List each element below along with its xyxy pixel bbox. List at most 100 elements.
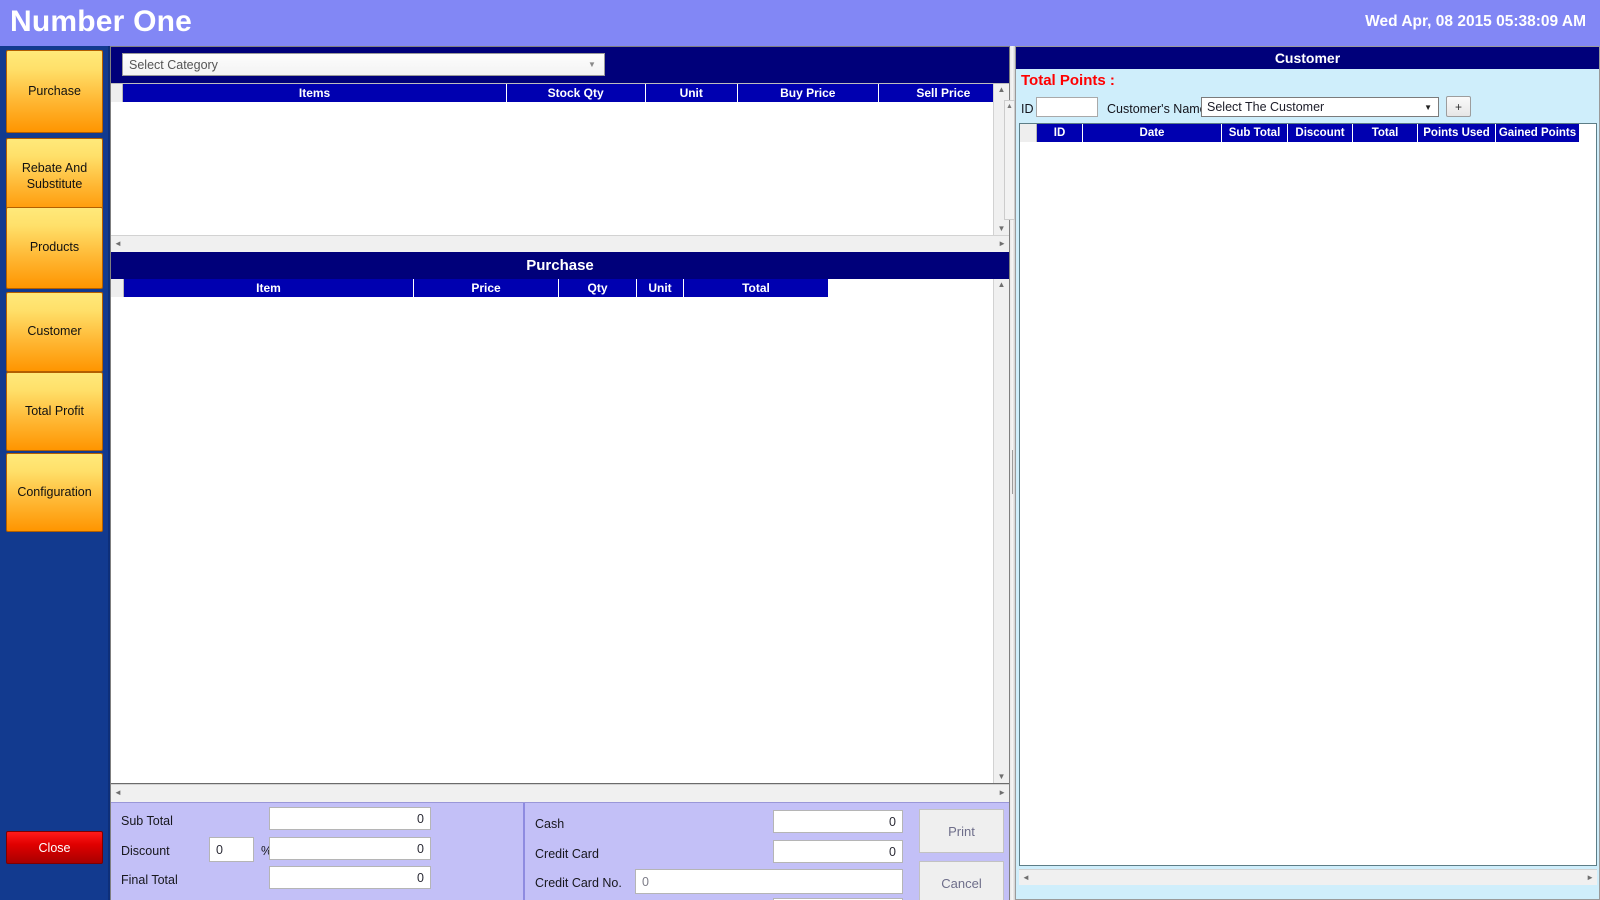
purchase-grid-header: Item Price Qty Unit Total xyxy=(111,279,1009,297)
customer-grid-col-discount[interactable]: Discount xyxy=(1288,124,1353,142)
cancel-button-label: Cancel xyxy=(941,875,982,891)
category-band: Select Category ▼ xyxy=(111,47,1009,83)
main-panel: Select Category ▼ Items Stock Qty Unit B… xyxy=(110,46,1010,900)
credit-card-value[interactable]: 0 xyxy=(773,840,903,863)
customer-grid-col-date[interactable]: Date xyxy=(1083,124,1222,142)
scroll-right-icon[interactable]: ► xyxy=(1586,873,1594,882)
discount-percent-input[interactable]: 0 xyxy=(209,837,254,862)
customer-id-label: ID xyxy=(1021,102,1034,116)
scroll-left-icon[interactable]: ◄ xyxy=(1022,873,1030,882)
row-selector-column xyxy=(1020,124,1037,142)
row-selector-column xyxy=(111,279,124,297)
credit-card-label: Credit Card xyxy=(535,847,599,861)
totals-section: Sub Total 0 Discount 0 % 0 Final Total 0 xyxy=(111,803,523,900)
purchase-grid-col-price[interactable]: Price xyxy=(414,279,559,297)
customer-id-input[interactable] xyxy=(1036,97,1098,117)
customer-grid-horizontal-scrollbar[interactable]: ◄ ► xyxy=(1019,869,1597,885)
sidebar-item-rebate-and-substitute[interactable]: Rebate And Substitute xyxy=(6,138,103,216)
scroll-up-icon[interactable]: ▲ xyxy=(1006,103,1013,110)
scroll-down-icon[interactable]: ▼ xyxy=(998,223,1006,235)
cancel-button[interactable]: Cancel xyxy=(919,861,1004,900)
items-grid: Items Stock Qty Unit Buy Price Sell Pric… xyxy=(111,83,1009,235)
row-selector-column xyxy=(111,84,124,102)
chevron-down-icon: ▼ xyxy=(588,60,596,69)
scroll-right-icon[interactable]: ► xyxy=(998,239,1006,248)
customer-name-select[interactable]: Select The Customer ▼ xyxy=(1201,97,1439,117)
sidebar-item-label: Total Profit xyxy=(24,403,85,418)
items-grid-col-stock-qty[interactable]: Stock Qty xyxy=(506,84,646,102)
purchase-grid: Item Price Qty Unit Total ▲ ▼ xyxy=(111,279,1009,784)
purchase-grid-col-total[interactable]: Total xyxy=(684,279,829,297)
purchase-grid-horizontal-scrollbar[interactable]: ◄ ► xyxy=(111,784,1009,800)
purchase-grid-body xyxy=(111,297,1009,783)
cash-label: Cash xyxy=(535,817,565,831)
sidebar-item-customer[interactable]: Customer xyxy=(6,292,103,372)
cash-value[interactable]: 0 xyxy=(773,810,903,833)
purchase-grid-vertical-scrollbar[interactable]: ▲ ▼ xyxy=(993,279,1009,783)
credit-card-no-input[interactable]: 0 xyxy=(635,869,903,894)
purchase-grid-col-unit[interactable]: Unit xyxy=(637,279,684,297)
customer-panel-title: Customer xyxy=(1016,47,1599,69)
discount-value[interactable]: 0 xyxy=(269,837,431,860)
sidebar-item-label: Configuration xyxy=(17,484,92,499)
customer-grid-col-id[interactable]: ID xyxy=(1037,124,1083,142)
purchase-section-title: Purchase xyxy=(111,252,1009,279)
sub-total-value[interactable]: 0 xyxy=(269,807,431,830)
scroll-left-icon[interactable]: ◄ xyxy=(114,788,122,797)
add-customer-button[interactable]: + xyxy=(1446,96,1471,117)
customer-grid-col-sub-total[interactable]: Sub Total xyxy=(1222,124,1288,142)
title-bar: Number One Wed Apr, 08 2015 05:38:09 AM xyxy=(0,0,1600,46)
customer-grid-col-gained-points[interactable]: Gained Points xyxy=(1496,124,1580,142)
customer-panel: Customer Total Points : ID Customer's Na… xyxy=(1015,46,1600,900)
customer-grid-col-points-used[interactable]: Points Used xyxy=(1418,124,1496,142)
print-button-label: Print xyxy=(948,823,975,839)
items-grid-col-items[interactable]: Items xyxy=(123,84,507,102)
items-grid-header: Items Stock Qty Unit Buy Price Sell Pric… xyxy=(111,84,1009,102)
chevron-down-icon: ▼ xyxy=(1424,102,1432,112)
payment-section: Cash 0 Credit Card 0 Credit Card No. 0 P… xyxy=(523,803,911,900)
page-title: Number One xyxy=(10,4,193,38)
scroll-down-icon[interactable]: ▼ xyxy=(998,771,1006,783)
sidebar-item-label: Products xyxy=(29,240,80,255)
total-points-label: Total Points : xyxy=(1021,72,1115,89)
items-grid-body xyxy=(111,102,1009,235)
sidebar-item-configuration[interactable]: Configuration xyxy=(6,453,103,532)
sidebar-item-label: Purchase xyxy=(28,83,81,98)
scroll-right-icon[interactable]: ► xyxy=(998,788,1006,797)
customer-grid-col-total[interactable]: Total xyxy=(1353,124,1418,142)
category-select[interactable]: Select Category ▼ xyxy=(122,53,605,76)
sidebar-item-label: Customer xyxy=(27,324,82,339)
application-window: Number One Wed Apr, 08 2015 05:38:09 AM … xyxy=(0,0,1600,900)
customer-grid-header: ID Date Sub Total Discount Total Points … xyxy=(1020,124,1596,142)
items-grid-horizontal-scrollbar[interactable]: ◄ ► xyxy=(111,235,1009,251)
items-grid-col-buy-price[interactable]: Buy Price xyxy=(737,84,879,102)
purchase-grid-col-qty[interactable]: Qty xyxy=(559,279,637,297)
customer-name-select-value: Select The Customer xyxy=(1207,100,1325,114)
items-grid-col-unit[interactable]: Unit xyxy=(645,84,738,102)
scroll-up-icon[interactable]: ▲ xyxy=(998,279,1006,291)
discount-label: Discount xyxy=(121,844,170,858)
sidebar-item-total-profit[interactable]: Total Profit xyxy=(6,372,103,451)
customer-grid-body xyxy=(1020,142,1596,865)
purchase-grid-col-item[interactable]: Item xyxy=(124,279,414,297)
sidebar-item-purchase[interactable]: Purchase xyxy=(6,50,103,133)
plus-icon: + xyxy=(1454,99,1462,114)
datetime-display: Wed Apr, 08 2015 05:38:09 AM xyxy=(1365,13,1586,30)
customer-history-grid: ID Date Sub Total Discount Total Points … xyxy=(1019,123,1597,866)
scroll-up-icon[interactable]: ▲ xyxy=(998,84,1006,96)
items-grid-col-sell-price[interactable]: Sell Price xyxy=(878,84,1009,102)
action-buttons: Print Cancel xyxy=(911,803,1009,900)
final-total-label: Final Total xyxy=(121,873,178,887)
credit-card-no-label: Credit Card No. xyxy=(535,876,622,890)
close-button[interactable]: Close xyxy=(6,831,103,864)
main-panel-vertical-scrollbar[interactable]: ▲ xyxy=(1004,100,1015,220)
scroll-left-icon[interactable]: ◄ xyxy=(114,239,122,248)
sidebar-item-products[interactable]: Products xyxy=(6,207,103,289)
final-total-value[interactable]: 0 xyxy=(269,866,431,889)
sub-total-label: Sub Total xyxy=(121,814,173,828)
close-button-label: Close xyxy=(38,840,71,855)
sidebar-item-label: Rebate And Substitute xyxy=(21,161,88,191)
customer-name-label: Customer's Name xyxy=(1107,102,1207,116)
print-button[interactable]: Print xyxy=(919,809,1004,853)
sidebar: Purchase Rebate And Substitute Products … xyxy=(0,46,110,900)
